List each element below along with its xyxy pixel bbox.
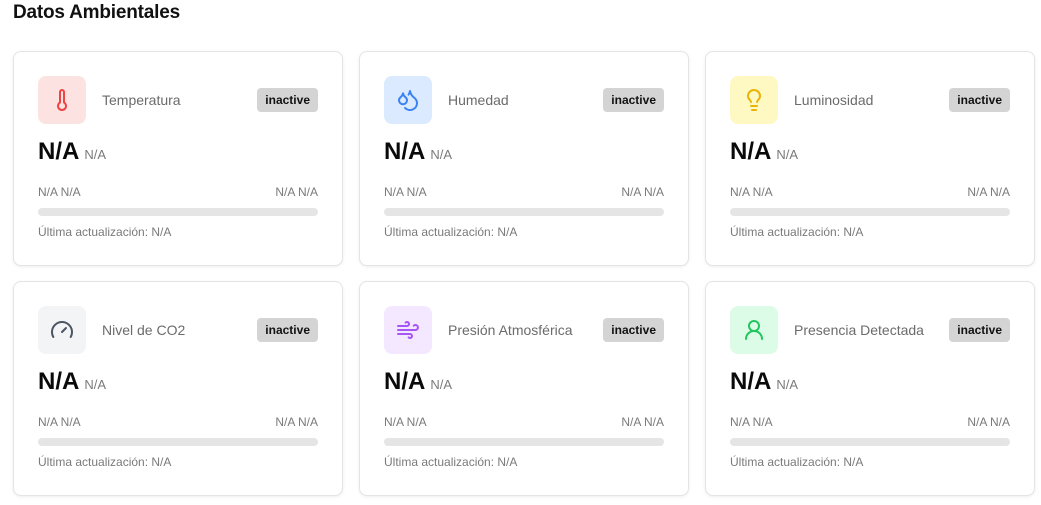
sensor-unit: N/A <box>776 377 799 392</box>
range-max: N/A N/A <box>967 185 1010 199</box>
progress-bar <box>384 208 664 216</box>
sensor-unit: N/A <box>84 377 107 392</box>
range-max: N/A N/A <box>275 415 318 429</box>
range-min: N/A N/A <box>384 415 427 429</box>
sensor-card-co2[interactable]: Nivel de CO2 inactive N/A N/A N/A N/A N/… <box>13 281 343 496</box>
range-max: N/A N/A <box>621 415 664 429</box>
section-title: Datos Ambientales <box>13 2 180 23</box>
progress-bar <box>38 208 318 216</box>
value-row: N/A N/A <box>38 138 106 166</box>
icon-box <box>730 306 778 354</box>
last-update: Última actualización: N/A <box>384 225 518 239</box>
value-row: N/A N/A <box>730 138 798 166</box>
icon-box <box>730 76 778 124</box>
sensor-value: N/A <box>38 368 80 395</box>
status-badge: inactive <box>257 88 318 112</box>
range-max: N/A N/A <box>621 185 664 199</box>
status-badge: inactive <box>949 88 1010 112</box>
icon-box <box>38 306 86 354</box>
sensor-card-grid: Temperatura inactive N/A N/A N/A N/A N/A… <box>13 51 1035 496</box>
range-min: N/A N/A <box>38 415 81 429</box>
thermometer-icon <box>50 88 74 112</box>
progress-bar <box>730 438 1010 446</box>
sensor-unit: N/A <box>430 147 453 162</box>
sensor-unit: N/A <box>776 147 799 162</box>
range-min: N/A N/A <box>384 185 427 199</box>
sensor-card-pressure[interactable]: Presión Atmosférica inactive N/A N/A N/A… <box>359 281 689 496</box>
sensor-card-luminosity[interactable]: Luminosidad inactive N/A N/A N/A N/A N/A… <box>705 51 1035 266</box>
lightbulb-icon <box>742 88 766 112</box>
sensor-card-humidity[interactable]: Humedad inactive N/A N/A N/A N/A N/A N/A… <box>359 51 689 266</box>
sensor-name: Presión Atmosférica <box>448 322 573 338</box>
range-max: N/A N/A <box>275 185 318 199</box>
sensor-unit: N/A <box>430 377 453 392</box>
sensor-value: N/A <box>384 368 426 395</box>
progress-bar <box>38 438 318 446</box>
range-min: N/A N/A <box>730 415 773 429</box>
sensor-unit: N/A <box>84 147 107 162</box>
last-update: Última actualización: N/A <box>730 455 864 469</box>
value-row: N/A N/A <box>384 138 452 166</box>
icon-box <box>384 306 432 354</box>
status-badge: inactive <box>603 318 664 342</box>
sensor-name: Temperatura <box>102 92 181 108</box>
range-min: N/A N/A <box>730 185 773 199</box>
sensor-value: N/A <box>384 138 426 165</box>
value-row: N/A N/A <box>384 368 452 396</box>
progress-bar <box>384 438 664 446</box>
last-update: Última actualización: N/A <box>38 225 172 239</box>
sensor-name: Nivel de CO2 <box>102 322 186 338</box>
sensor-name: Luminosidad <box>794 92 874 108</box>
last-update: Última actualización: N/A <box>730 225 864 239</box>
progress-bar <box>730 208 1010 216</box>
last-update: Última actualización: N/A <box>384 455 518 469</box>
droplets-icon <box>396 88 420 112</box>
sensor-name: Presencia Detectada <box>794 322 924 338</box>
user-icon <box>742 318 766 342</box>
wind-icon <box>396 318 420 342</box>
status-badge: inactive <box>949 318 1010 342</box>
icon-box <box>38 76 86 124</box>
last-update: Última actualización: N/A <box>38 455 172 469</box>
gauge-icon <box>50 318 74 342</box>
status-badge: inactive <box>603 88 664 112</box>
sensor-value: N/A <box>730 368 772 395</box>
value-row: N/A N/A <box>730 368 798 396</box>
icon-box <box>384 76 432 124</box>
sensor-card-presence[interactable]: Presencia Detectada inactive N/A N/A N/A… <box>705 281 1035 496</box>
range-max: N/A N/A <box>967 415 1010 429</box>
status-badge: inactive <box>257 318 318 342</box>
sensor-name: Humedad <box>448 92 509 108</box>
environmental-data-page: Datos Ambientales Temperatura inactive N… <box>0 0 1041 505</box>
sensor-value: N/A <box>38 138 80 165</box>
sensor-value: N/A <box>730 138 772 165</box>
range-min: N/A N/A <box>38 185 81 199</box>
sensor-card-temperature[interactable]: Temperatura inactive N/A N/A N/A N/A N/A… <box>13 51 343 266</box>
value-row: N/A N/A <box>38 368 106 396</box>
